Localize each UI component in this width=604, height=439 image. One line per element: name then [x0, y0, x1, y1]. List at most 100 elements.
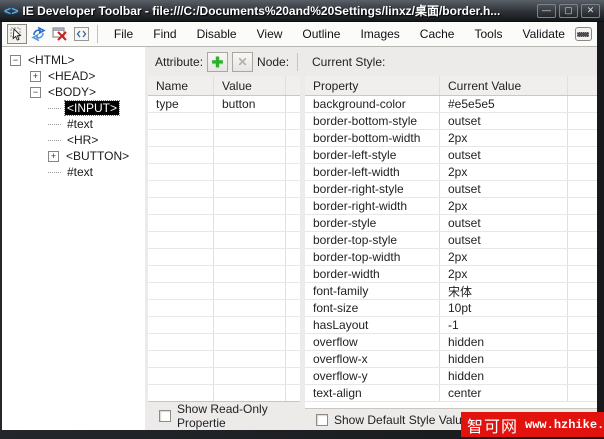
refresh-icon[interactable]: [29, 24, 49, 44]
style-row[interactable]: border-top-width2px: [305, 249, 597, 266]
attribute-empty-row[interactable]: [148, 113, 300, 130]
clear-highlight-icon[interactable]: [50, 24, 70, 44]
attribute-row[interactable]: typebutton: [148, 96, 300, 113]
select-element-icon[interactable]: [7, 24, 27, 44]
attribute-empty-row[interactable]: [148, 198, 300, 215]
attribute-value-cell: [214, 266, 286, 282]
attribute-name-cell: [148, 300, 214, 316]
attribute-empty-row[interactable]: [148, 317, 300, 334]
collapse-minus-icon[interactable]: −: [30, 87, 41, 98]
style-row[interactable]: font-family宋体: [305, 283, 597, 300]
style-property-cell: background-color: [305, 96, 440, 112]
tree-item[interactable]: <INPUT>: [2, 100, 145, 116]
menu-item-find[interactable]: Find: [143, 24, 186, 44]
column-header-property[interactable]: Property: [305, 76, 440, 95]
attribute-value-cell: [214, 283, 286, 299]
attribute-empty-row[interactable]: [148, 283, 300, 300]
minimize-button[interactable]: —: [537, 4, 556, 18]
expand-plus-icon[interactable]: +: [48, 151, 59, 162]
tree-item[interactable]: +<HEAD>: [2, 68, 145, 84]
attribute-empty-row[interactable]: [148, 300, 300, 317]
titlebar[interactable]: < > IE Developer Toolbar - file:///C:/Do…: [0, 0, 604, 22]
column-header-name[interactable]: Name: [148, 76, 214, 95]
add-attribute-button[interactable]: ✚: [207, 52, 228, 72]
attribute-name-cell: [148, 130, 214, 146]
toolbar-separator: [97, 25, 98, 43]
tree-item[interactable]: <HR>: [2, 132, 145, 148]
attribute-empty-row[interactable]: [148, 334, 300, 351]
style-row[interactable]: font-size10pt: [305, 300, 597, 317]
style-row[interactable]: border-styleoutset: [305, 215, 597, 232]
style-row[interactable]: hasLayout-1: [305, 317, 597, 334]
style-property-cell: border-right-width: [305, 198, 440, 214]
attribute-empty-row[interactable]: [148, 249, 300, 266]
view-source-icon[interactable]: [72, 24, 92, 44]
empty-cell: [568, 249, 597, 265]
style-row[interactable]: border-bottom-width2px: [305, 130, 597, 147]
menu-item-disable[interactable]: Disable: [187, 24, 247, 44]
empty-cell: [568, 300, 597, 316]
attribute-empty-row[interactable]: [148, 351, 300, 368]
style-row[interactable]: background-color#e5e5e5: [305, 96, 597, 113]
menu-item-outline[interactable]: Outline: [292, 24, 350, 44]
show-default-style-checkbox[interactable]: [316, 414, 328, 426]
attribute-name-cell: [148, 385, 214, 401]
style-row[interactable]: text-aligncenter: [305, 385, 597, 402]
menu-item-images[interactable]: Images: [350, 24, 409, 44]
style-row[interactable]: border-width2px: [305, 266, 597, 283]
delete-x-icon: ✕: [238, 55, 248, 69]
style-row[interactable]: border-left-width2px: [305, 164, 597, 181]
empty-cell: [568, 385, 597, 401]
attribute-empty-row[interactable]: [148, 215, 300, 232]
menu-item-view[interactable]: View: [247, 24, 293, 44]
tree-item[interactable]: #text: [2, 164, 145, 180]
attribute-empty-row[interactable]: [148, 130, 300, 147]
style-row[interactable]: border-right-width2px: [305, 198, 597, 215]
menu-item-cache[interactable]: Cache: [410, 24, 465, 44]
menu-item-tools[interactable]: Tools: [464, 24, 512, 44]
show-readonly-checkbox[interactable]: [159, 410, 171, 422]
close-button[interactable]: ✕: [581, 4, 600, 18]
menu-item-validate[interactable]: Validate: [513, 24, 575, 44]
style-value-cell: -1: [440, 317, 568, 333]
attribute-empty-row[interactable]: [148, 232, 300, 249]
style-row[interactable]: border-top-styleoutset: [305, 232, 597, 249]
attribute-value-cell: [214, 334, 286, 350]
attribute-empty-row[interactable]: [148, 368, 300, 385]
tree-item[interactable]: −<HTML>: [2, 52, 145, 68]
empty-cell: [568, 181, 597, 197]
attribute-empty-row[interactable]: [148, 385, 300, 401]
menu-item-file[interactable]: File: [104, 24, 143, 44]
style-row[interactable]: overflowhidden: [305, 334, 597, 351]
attribute-empty-row[interactable]: [148, 266, 300, 283]
collapse-minus-icon[interactable]: −: [10, 55, 21, 66]
style-row[interactable]: border-right-styleoutset: [305, 181, 597, 198]
tree-item[interactable]: −<BODY>: [2, 84, 145, 100]
tree-item[interactable]: #text: [2, 116, 145, 132]
pin-window-icon[interactable]: [575, 27, 592, 41]
delete-attribute-button[interactable]: ✕: [232, 52, 253, 72]
attributes-header: Attribute: ✚ ✕ Node:: [148, 47, 300, 76]
maximize-button[interactable]: ▢: [559, 4, 578, 18]
empty-cell: [286, 96, 300, 112]
style-row[interactable]: border-left-styleoutset: [305, 147, 597, 164]
style-row[interactable]: border-bottom-styleoutset: [305, 113, 597, 130]
style-header: Current Style:: [305, 47, 597, 76]
style-row[interactable]: overflow-xhidden: [305, 351, 597, 368]
column-header-current-value[interactable]: Current Value: [440, 76, 568, 95]
attribute-empty-row[interactable]: [148, 147, 300, 164]
attribute-empty-row[interactable]: [148, 181, 300, 198]
style-value-cell: hidden: [440, 368, 568, 384]
window-title: IE Developer Toolbar - file:///C:/Docume…: [22, 2, 532, 19]
style-row[interactable]: overflow-yhidden: [305, 368, 597, 385]
empty-cell: [286, 130, 300, 146]
empty-cell: [286, 334, 300, 350]
expand-plus-icon[interactable]: +: [30, 71, 41, 82]
attribute-value-cell: [214, 351, 286, 367]
watermark: 智可网 www.hzhike.com: [461, 412, 604, 437]
attribute-empty-row[interactable]: [148, 164, 300, 181]
attribute-value-cell: [214, 147, 286, 163]
column-header-value[interactable]: Value: [214, 76, 286, 95]
tree-item[interactable]: +<BUTTON>: [2, 148, 145, 164]
style-property-cell: overflow-x: [305, 351, 440, 367]
